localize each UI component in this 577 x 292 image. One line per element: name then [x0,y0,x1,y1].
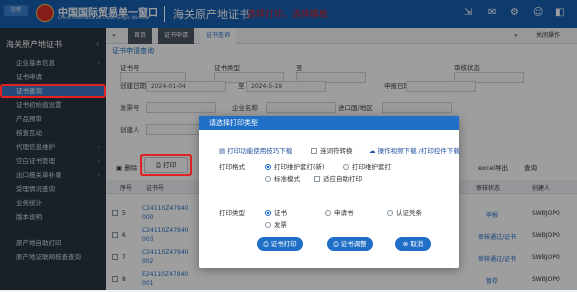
checkbox-icon [314,176,320,182]
link-label: 操作视频下载 /打印控件下载 [377,147,460,155]
option-label: 申请书 [334,209,354,217]
printer-icon: ⎙ [333,240,341,248]
printer-icon: ⎙ [263,240,271,248]
radio-icon [325,210,331,216]
print-type-dialog: 请选择打印类型 ▤ 打印功能使用技巧下载 连词符转换 ☁ 操作视频下载 /打印控… [199,116,460,268]
print-type-label: 打印类型 [219,209,245,217]
format-option-new-overlay[interactable]: 打印维护套打(新) [265,161,325,171]
type-option-invoice[interactable]: 发票 [265,219,287,229]
link-label: 连词符转换 [320,147,353,155]
radio-icon [387,210,393,216]
print-format-label: 打印格式 [219,163,245,171]
cert-query-highlight-overlay [0,84,106,98]
print-highlight-overlay [140,154,192,176]
option-label: 证书 [274,209,287,217]
radio-icon [265,222,271,228]
radio-icon [343,164,349,170]
type-option-receipt[interactable]: 认证凭条 [387,207,422,217]
print-tips-download-link[interactable]: ▤ 打印功能使用技巧下载 [219,145,292,155]
option-label: 标准模式 [274,175,300,183]
option-label: 打印维护套打 [352,163,391,171]
cert-print-button[interactable]: ⎙ 证书打印 [257,237,303,251]
document-icon: ▤ [219,147,228,155]
cert-adjust-button[interactable]: ⎙ 证书调整 [327,237,373,251]
option-label: 打印维护套打(新) [274,163,325,171]
link-label: 打印功能使用技巧下载 [227,147,293,155]
radio-icon [265,176,271,182]
button-label: 取消 [410,240,424,248]
hyphen-convert-checkbox[interactable]: 连词符转换 [311,145,353,155]
radio-selected-icon [265,210,271,216]
button-label: 证书打印 [270,240,297,248]
radio-selected-icon [265,164,271,170]
format-option-overlay[interactable]: 打印维护套打 [343,161,391,171]
button-label: 证书调整 [340,240,367,248]
cloud-icon: ☁ [369,147,378,155]
type-option-certificate[interactable]: 证书 [265,207,287,217]
type-option-application[interactable]: 申请书 [325,207,354,217]
option-label: 适应自助打印 [323,175,362,183]
format-option-standard[interactable]: 标准模式 [265,173,300,183]
option-label: 认证凭条 [396,209,422,217]
cancel-button[interactable]: ⊗ 取消 [395,237,431,251]
video-download-link[interactable]: ☁ 操作视频下载 /打印控件下载 [369,145,460,155]
self-print-checkbox[interactable]: 适应自助打印 [314,173,362,183]
dialog-title: 请选择打印类型 [199,116,459,130]
option-label: 发票 [274,221,287,229]
